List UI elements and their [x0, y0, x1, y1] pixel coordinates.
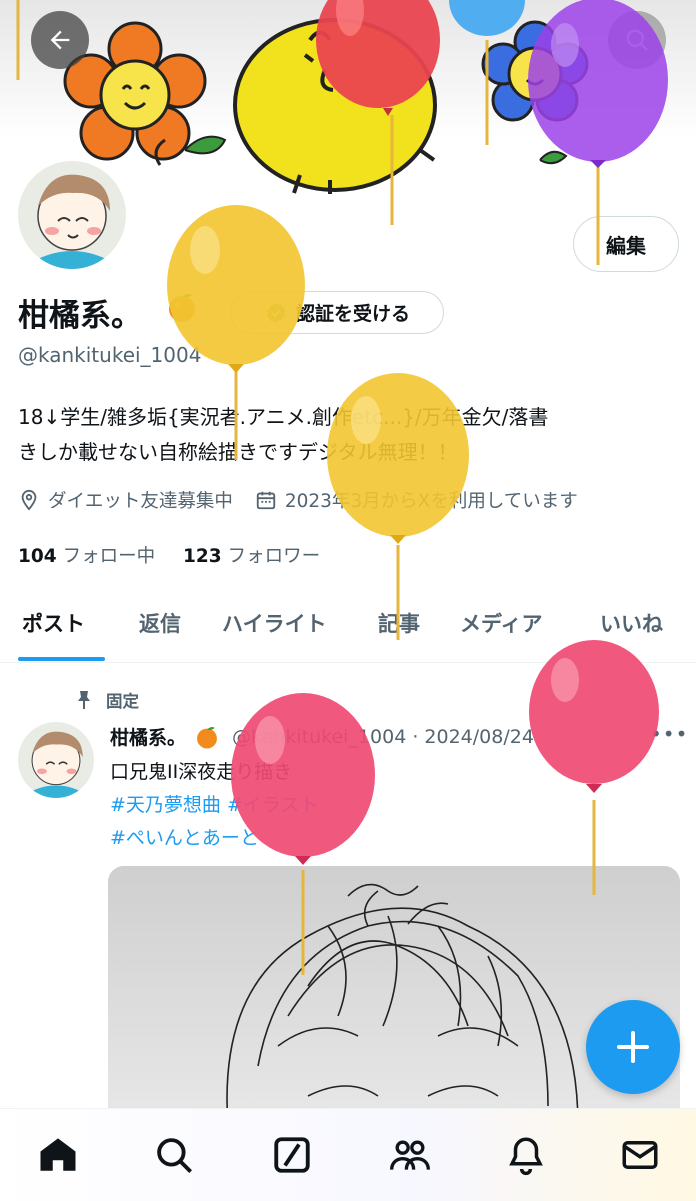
joined-text: 2023年3月からXを利用しています [284, 491, 578, 512]
followers-count: 123 [183, 546, 222, 567]
nav-search[interactable] [150, 1131, 198, 1179]
following-label: フォロー中 [62, 546, 156, 567]
nav-home[interactable] [34, 1131, 82, 1179]
grok-icon [274, 1137, 310, 1173]
bio-line: きしか載せない自称絵描きですデジタル無理！！ [18, 440, 458, 464]
location-pin-icon [21, 489, 37, 511]
location-text: ダイエット友達募集中 [48, 491, 233, 512]
followers-link[interactable]: 123 フォロワー [183, 546, 320, 567]
post-handle-date: @kankitukei_1004 · 2024/08/24 [232, 725, 534, 748]
arrow-left-icon [50, 30, 70, 50]
active-tab-indicator [18, 657, 105, 661]
profile-avatar[interactable] [14, 157, 130, 273]
get-verified-label: 認証を受ける [295, 303, 410, 325]
post-avatar[interactable] [18, 722, 94, 798]
bottom-navigation [0, 1108, 696, 1201]
following-link[interactable]: 104 フォロー中 [18, 546, 155, 567]
sketch-illustration [108, 866, 680, 1126]
tab-replies[interactable]: 返信 [139, 608, 181, 638]
post-header: 柑橘系。 @kankitukei_1004 · 2024/08/24 [110, 723, 534, 750]
following-count: 104 [18, 546, 57, 567]
compose-post-button[interactable] [586, 1000, 680, 1094]
post-body: 口兄鬼II深夜走り描き [110, 761, 293, 783]
pin-icon [78, 691, 90, 709]
balloon-pink-2 [529, 640, 659, 895]
tangerine-emoji-icon [197, 726, 217, 748]
nav-notifications[interactable] [502, 1131, 550, 1179]
profile-tabs: ポスト 返信 ハイライト 記事 メディア いいね [0, 590, 696, 663]
tab-posts[interactable]: ポスト [22, 608, 85, 638]
search-button[interactable] [608, 11, 666, 69]
hashtag-line[interactable]: #天乃夢想曲 #イラスト [110, 789, 319, 822]
post-image[interactable] [108, 866, 680, 1126]
plus-icon [617, 1031, 649, 1063]
post-text: 口兄鬼II深夜走り描き #天乃夢想曲 #イラスト #ぺいんとあーと [110, 756, 319, 855]
edit-profile-label: 編集 [606, 233, 646, 258]
tab-media[interactable]: メディア [460, 608, 543, 638]
profile-meta: ダイエット友達募集中 2023年3月からXを利用しています [18, 487, 578, 513]
follow-stats: 104 フォロー中 123 フォロワー [18, 542, 320, 568]
joined-item: 2023年3月からXを利用しています [255, 487, 578, 513]
nav-messages[interactable] [616, 1131, 664, 1179]
tab-likes[interactable]: いいね [600, 608, 663, 638]
profile-handle: @kankitukei_1004 [18, 343, 202, 367]
verified-badge-icon [266, 302, 286, 323]
calendar-icon [256, 491, 275, 510]
pinned-label: 固定 [106, 692, 139, 711]
search-icon [626, 29, 648, 51]
tab-highlights[interactable]: ハイライト [222, 608, 327, 638]
home-icon [40, 1138, 76, 1171]
tangerine-emoji-icon [169, 293, 195, 322]
location-item: ダイエット友達募集中 [18, 487, 233, 513]
search-icon [157, 1138, 192, 1173]
avatar-image [18, 161, 126, 269]
communities-icon [390, 1140, 430, 1170]
get-verified-button[interactable]: 認証を受ける [230, 291, 444, 334]
more-horizontal-icon[interactable]: ••• [650, 722, 688, 746]
post-author[interactable]: 柑橘系。 [110, 723, 186, 750]
bio-line: 18↓学生/雑多垢{実況者.アニメ.創作etc...}/万年金欠/落書 [18, 405, 549, 429]
nav-communities[interactable] [386, 1131, 434, 1179]
nav-grok[interactable] [268, 1131, 316, 1179]
profile-name: 柑橘系。 [18, 298, 142, 334]
tab-articles[interactable]: 記事 [378, 608, 420, 638]
back-button[interactable] [31, 11, 89, 69]
pinned-indicator: 固定 [76, 688, 139, 712]
profile-bio: 18↓学生/雑多垢{実況者.アニメ.創作etc...}/万年金欠/落書 きしか載… [18, 400, 678, 470]
hashtag-line[interactable]: #ぺいんとあーと [110, 822, 319, 855]
edit-profile-button[interactable]: 編集 [573, 216, 679, 272]
mail-icon [622, 1141, 658, 1169]
bell-icon [509, 1137, 543, 1176]
avatar-image [18, 722, 94, 798]
followers-label: フォロワー [227, 546, 321, 567]
